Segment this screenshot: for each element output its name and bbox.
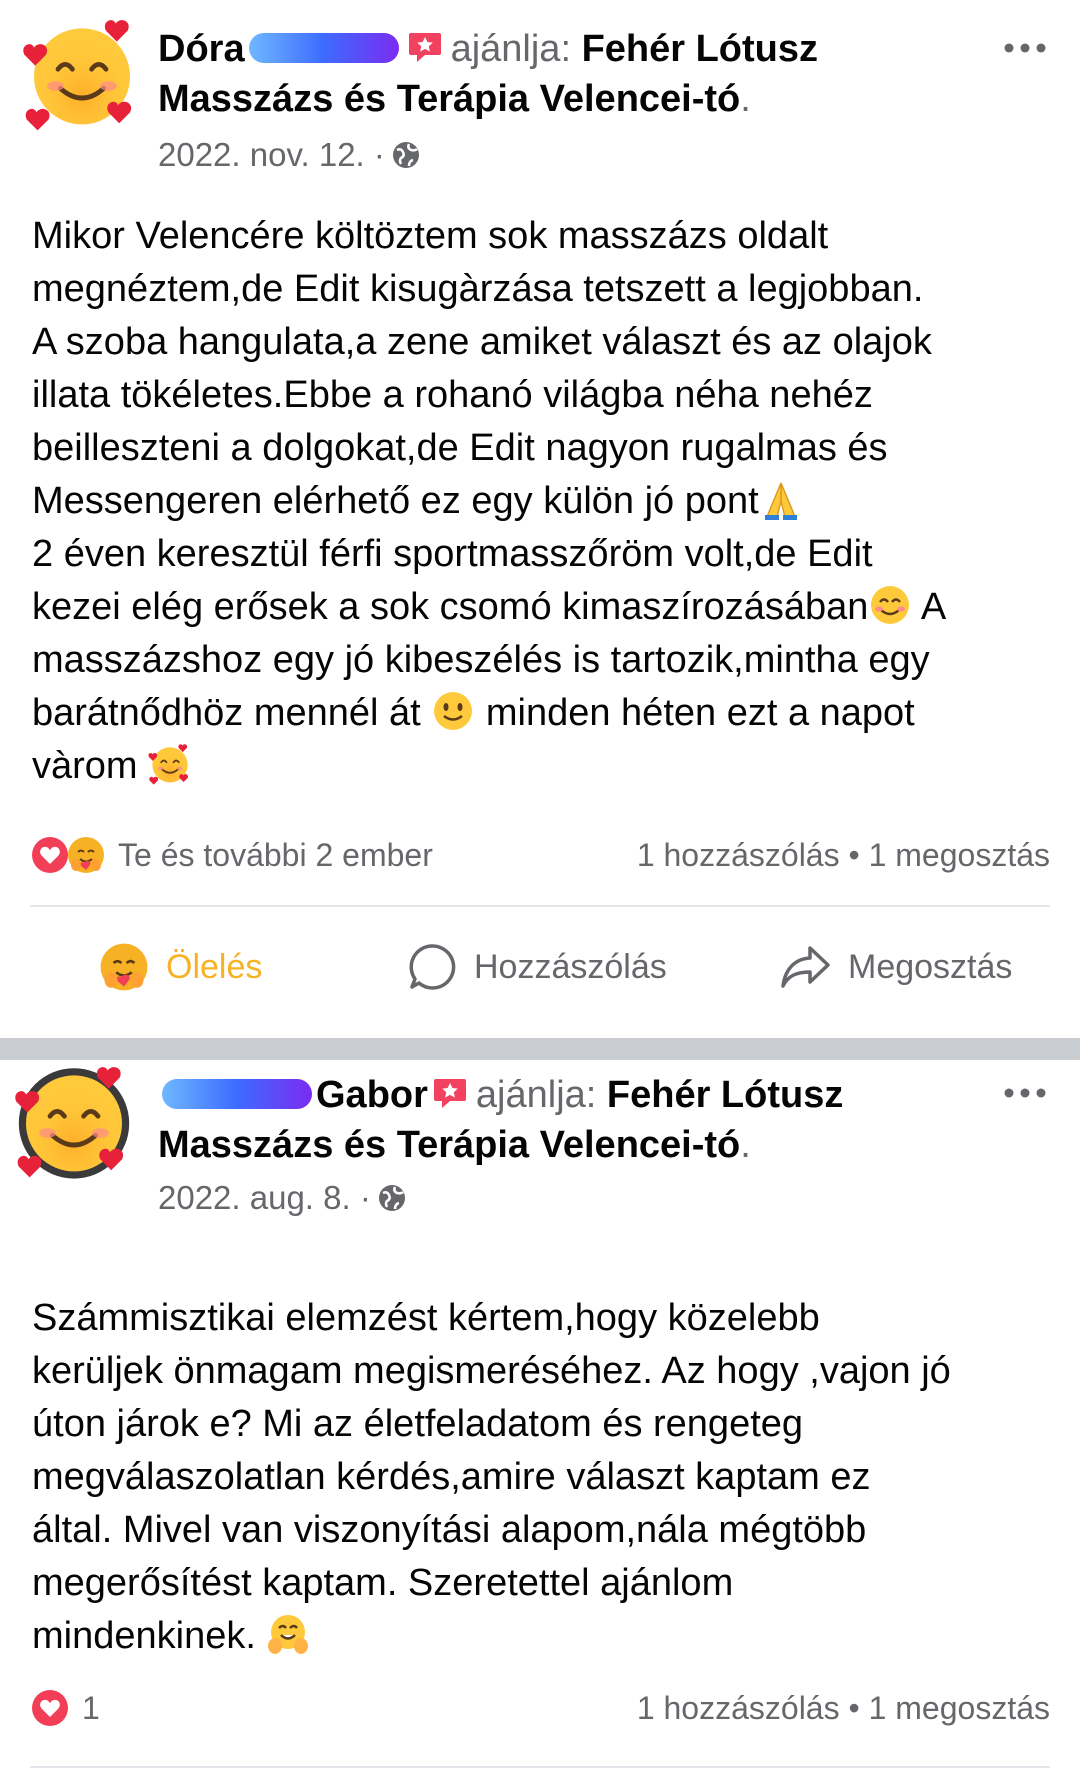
care-reaction-icon <box>66 835 106 875</box>
body-line-text: Messengeren elérhető ez egy külön jó pon… <box>32 480 759 522</box>
hug-button[interactable]: Ölelés <box>98 922 262 1012</box>
share-button[interactable]: Megosztás <box>780 922 1012 1012</box>
post-header: Gabor ajánlja: Fehér Lótusz Masszázs és T… <box>158 1070 970 1170</box>
body-line: kezei elég erősek a sok csomó kimaszíroz… <box>32 581 1052 634</box>
body-line: Számmisztikai elemzést kértem,hogy közel… <box>32 1297 820 1339</box>
action-bar: Ölelés Hozzászólás Megosztás <box>0 922 1080 1012</box>
comment-label: Hozzászólás <box>474 947 667 986</box>
header-end: . <box>740 78 751 120</box>
more-icon[interactable] <box>1000 1083 1050 1103</box>
love-reaction-icon <box>30 1688 70 1728</box>
body-line: masszázshoz egy jó kibeszélés is tartozi… <box>32 639 930 681</box>
divider <box>30 905 1050 907</box>
body-line: barátnődhöz mennél át minden héten ezt a… <box>32 687 1052 740</box>
author-name[interactable]: Dóra <box>158 28 245 70</box>
body-line: Messengeren elérhető ez egy külön jó pon… <box>32 475 1052 528</box>
recommendation-icon <box>433 1079 466 1108</box>
author-name[interactable]: Gabor <box>316 1074 428 1116</box>
post-date[interactable]: 2022. aug. 8. · <box>158 1179 371 1216</box>
post-meta: 2022. aug. 8. · <box>158 1178 407 1218</box>
globe-icon <box>378 1185 405 1211</box>
shares-count[interactable]: 1 megosztás <box>869 1690 1050 1726</box>
avatar[interactable] <box>22 14 142 134</box>
share-label: Megosztás <box>848 947 1013 986</box>
post-2: Gabor ajánlja: Fehér Lótusz Masszázs és T… <box>0 1060 1080 1777</box>
feed-separator <box>0 1038 1080 1060</box>
header-end: . <box>740 1124 751 1166</box>
body-line: beilleszteni a dolgokat,de Edit nagyon r… <box>32 427 888 469</box>
redacted-name-bar <box>162 1079 312 1109</box>
body-line: 2 éven keresztül férfi sportmasszőröm vo… <box>32 533 873 575</box>
comment-button[interactable]: Hozzászólás <box>408 922 667 1012</box>
post-header: Dóra ajánlja: Fehér Lótusz Masszázs és Te… <box>158 24 970 124</box>
body-line-text: barátnődhöz mennél át <box>32 692 421 734</box>
hugging-face-icon <box>268 1615 309 1654</box>
post-date[interactable]: 2022. nov. 12. · <box>158 136 385 173</box>
avatar[interactable] <box>14 1061 134 1181</box>
body-line-text: kezei elég erősek a sok csomó kimaszíroz… <box>32 586 869 628</box>
engagement-counts: 1 hozzászólás • 1 megosztás <box>637 830 1050 880</box>
folded-hands-icon <box>764 482 797 520</box>
post-body: Mikor Velencére költöztem sok masszázs o… <box>32 210 1052 793</box>
comment-icon <box>409 944 456 990</box>
post-meta: 2022. nov. 12. · <box>158 135 421 175</box>
more-icon[interactable] <box>1000 38 1050 58</box>
globe-icon <box>392 142 419 168</box>
love-reaction-icon <box>30 835 70 875</box>
body-line: Mikor Velencére költöztem sok masszázs o… <box>32 215 829 257</box>
body-line-text: A <box>920 586 947 628</box>
post-1: Dóra ajánlja: Fehér Lótusz Masszázs és Te… <box>0 0 1080 1040</box>
care-reaction-icon <box>98 941 150 993</box>
post-stats: Te és további 2 ember 1 hozzászólás • 1 … <box>30 830 1050 880</box>
reactions-count: 1 <box>82 1689 100 1726</box>
verb-text: ajánlja: <box>450 28 571 70</box>
body-line-text: vàrom <box>32 745 138 787</box>
body-line: megerősítést kaptam. Szeretettel ajánlom <box>32 1562 734 1604</box>
redacted-name-bar <box>248 33 399 63</box>
body-line: megválaszolatlan kérdés,amire választ ka… <box>32 1456 871 1498</box>
post-body: Számmisztikai elemzést kértem,hogy közel… <box>32 1292 1052 1663</box>
smiling-face-icon <box>871 586 910 624</box>
engagement-counts: 1 hozzászólás • 1 megosztás <box>637 1683 1050 1733</box>
slight-smile-icon <box>434 692 473 730</box>
share-icon <box>781 946 830 988</box>
recommendation-icon <box>408 33 441 62</box>
body-line: A szoba hangulata,a zene amiket választ … <box>32 321 932 363</box>
comments-count[interactable]: 1 hozzászólás <box>637 837 840 873</box>
comments-count[interactable]: 1 hozzászólás <box>637 1690 840 1726</box>
reactions-summary[interactable]: Te és további 2 ember <box>30 830 433 880</box>
smiling-face-with-hearts-icon <box>148 742 192 786</box>
post-stats: 1 1 hozzászólás • 1 megosztás <box>30 1683 1050 1733</box>
body-line: által. Mivel van viszonyítási alapom,nál… <box>32 1509 867 1551</box>
body-line-text: minden héten ezt a napot <box>485 692 915 734</box>
bullet: • <box>848 837 860 873</box>
body-line-text: mindenkinek. <box>32 1615 256 1657</box>
body-line: kerüljek önmagam megismeréséhez. Az hogy… <box>32 1350 951 1392</box>
body-line: mindenkinek. <box>32 1610 1052 1663</box>
hug-label: Ölelés <box>166 947 263 986</box>
reactions-summary[interactable]: 1 <box>30 1683 100 1733</box>
body-line: úton járok e? Mi az életfeladatom és ren… <box>32 1403 804 1445</box>
body-line: megnéztem,de Edit kisugàrzása tetszett a… <box>32 268 924 310</box>
bullet: • <box>848 1690 860 1726</box>
reactions-text: Te és további 2 ember <box>118 836 433 873</box>
verb-text: ajánlja: <box>475 1074 597 1116</box>
divider <box>30 1766 1050 1768</box>
body-line: vàrom <box>32 740 1052 793</box>
body-line: illata tökéletes.Ebbe a rohanó világba n… <box>32 374 873 416</box>
shares-count[interactable]: 1 megosztás <box>869 837 1050 873</box>
